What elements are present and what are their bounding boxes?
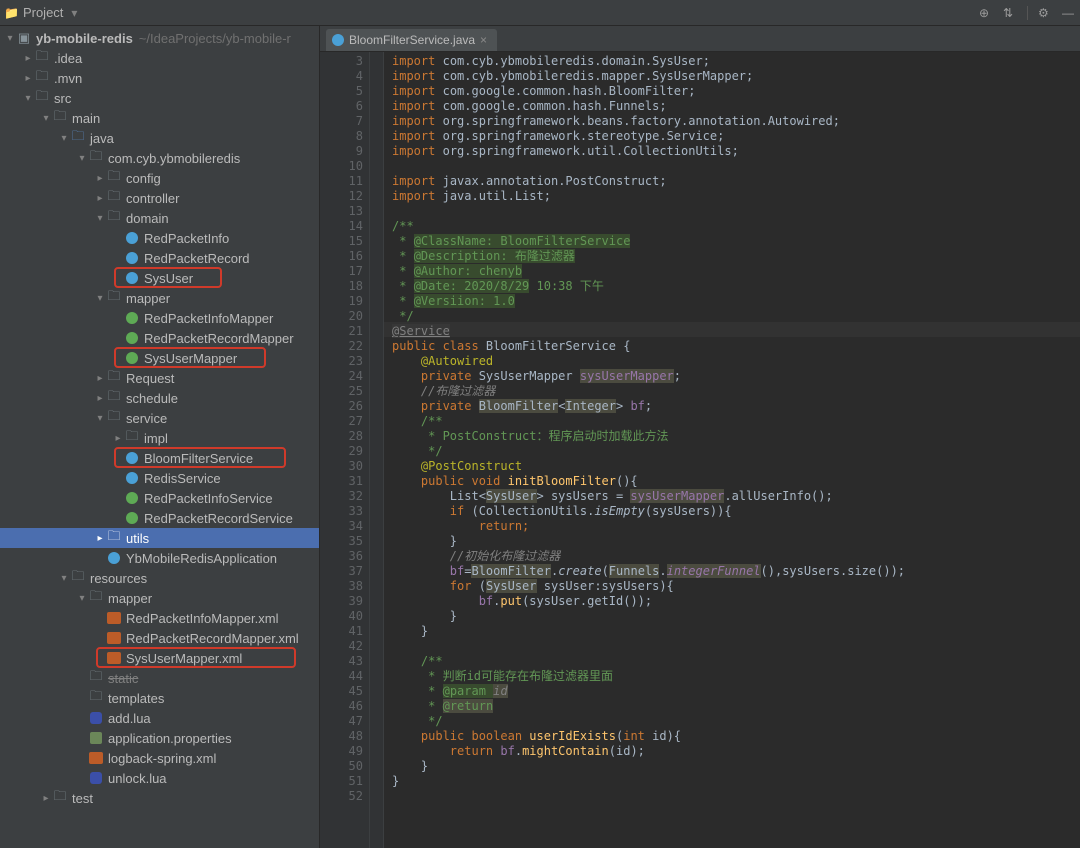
- xml-file-icon: [106, 650, 122, 666]
- tree-item-redpacketrecord[interactable]: RedPacketRecord: [0, 248, 319, 268]
- interface-icon: [124, 310, 140, 326]
- tool-window-header: 📁 Project ▾ ⊕ ⇅ ⚙ —: [0, 0, 1080, 26]
- folder-icon: 🗀: [34, 50, 50, 66]
- tree-item-static[interactable]: 🗀static: [0, 668, 319, 688]
- interface-icon: [124, 330, 140, 346]
- class-icon: [124, 250, 140, 266]
- editor-tab-active[interactable]: BloomFilterService.java ×: [326, 29, 497, 51]
- interface-icon: [124, 350, 140, 366]
- interface-icon: [124, 510, 140, 526]
- folder-icon: 🗀: [34, 70, 50, 86]
- tree-item-resources[interactable]: ▾🗀resources: [0, 568, 319, 588]
- tree-item-redpacketrecordmapper[interactable]: RedPacketRecordMapper: [0, 328, 319, 348]
- package-icon: 🗀: [106, 190, 122, 206]
- tree-item-redpacketinfoservice[interactable]: RedPacketInfoService: [0, 488, 319, 508]
- package-icon: 🗀: [106, 390, 122, 406]
- interface-icon: [124, 490, 140, 506]
- tree-item-domain[interactable]: ▾🗀domain: [0, 208, 319, 228]
- class-icon: [124, 230, 140, 246]
- package-icon: 🗀: [106, 530, 122, 546]
- tree-root[interactable]: ▾▣ yb-mobile-redis ~/IdeaProjects/yb-mob…: [0, 28, 319, 48]
- resources-folder-icon: 🗀: [70, 570, 86, 586]
- tree-item-mapper[interactable]: ▾🗀mapper: [0, 288, 319, 308]
- tree-item-mvn[interactable]: ▸🗀.mvn: [0, 68, 319, 88]
- package-icon: 🗀: [88, 150, 104, 166]
- tree-item-redpacketinfomapperxml[interactable]: RedPacketInfoMapper.xml: [0, 608, 319, 628]
- xml-file-icon: [106, 630, 122, 646]
- tree-item-sysusermapperxml[interactable]: SysUserMapper.xml: [0, 648, 319, 668]
- project-tree[interactable]: ▾▣ yb-mobile-redis ~/IdeaProjects/yb-mob…: [0, 26, 320, 848]
- tree-item-addlua[interactable]: add.lua: [0, 708, 319, 728]
- package-icon: 🗀: [106, 210, 122, 226]
- tree-item-mapper2[interactable]: ▾🗀mapper: [0, 588, 319, 608]
- tree-item-redpacketrecordmapperxml[interactable]: RedPacketRecordMapper.xml: [0, 628, 319, 648]
- tree-item-redpacketinfo[interactable]: RedPacketInfo: [0, 228, 319, 248]
- package-icon: 🗀: [106, 170, 122, 186]
- tree-item-src[interactable]: ▾🗀src: [0, 88, 319, 108]
- tree-item-templates[interactable]: 🗀templates: [0, 688, 319, 708]
- class-icon: [332, 34, 344, 46]
- tree-item-idea[interactable]: ▸🗀.idea: [0, 48, 319, 68]
- folder-icon: 🗀: [88, 590, 104, 606]
- folder-icon: 🗀: [34, 90, 50, 106]
- dropdown-arrow-icon[interactable]: ▾: [71, 6, 77, 20]
- tree-item-appprops[interactable]: application.properties: [0, 728, 319, 748]
- lua-file-icon: [88, 770, 104, 786]
- tree-item-config[interactable]: ▸🗀config: [0, 168, 319, 188]
- lua-file-icon: [88, 710, 104, 726]
- tree-item-unlocklua[interactable]: unlock.lua: [0, 768, 319, 788]
- folder-icon: 🗀: [52, 110, 68, 126]
- gear-icon[interactable]: ⚙: [1038, 6, 1052, 20]
- locate-icon[interactable]: ⊕: [979, 6, 993, 20]
- gutter-line-numbers: 3456789101112131415161718192021222324252…: [320, 52, 370, 848]
- code-editor[interactable]: import com.cyb.ybmobileredis.domain.SysU…: [384, 52, 1080, 848]
- tree-item-redpacketrecordservice[interactable]: RedPacketRecordService: [0, 508, 319, 528]
- tree-item-logback[interactable]: logback-spring.xml: [0, 748, 319, 768]
- package-icon: 🗀: [106, 370, 122, 386]
- tool-window-title: Project: [23, 5, 63, 20]
- tree-item-request[interactable]: ▸🗀Request: [0, 368, 319, 388]
- tree-item-schedule[interactable]: ▸🗀schedule: [0, 388, 319, 408]
- tree-item-service[interactable]: ▾🗀service: [0, 408, 319, 428]
- class-icon: [124, 270, 140, 286]
- tree-item-test[interactable]: ▸🗀test: [0, 788, 319, 808]
- hide-icon[interactable]: —: [1062, 6, 1076, 20]
- properties-file-icon: [88, 730, 104, 746]
- tree-item-ybmobileredisapp[interactable]: YbMobileRedisApplication: [0, 548, 319, 568]
- folder-icon: 🗀: [52, 790, 68, 806]
- folder-icon: 🗀: [88, 670, 104, 686]
- class-icon: [124, 470, 140, 486]
- tree-item-main[interactable]: ▾🗀main: [0, 108, 319, 128]
- gutter-fold-column[interactable]: [370, 52, 384, 848]
- tree-item-sysusermapper[interactable]: SysUserMapper: [0, 348, 319, 368]
- tree-item-redisservice[interactable]: RedisService: [0, 468, 319, 488]
- separator: [1027, 6, 1028, 20]
- tree-item-redpacketinfomapper[interactable]: RedPacketInfoMapper: [0, 308, 319, 328]
- tab-label: BloomFilterService.java: [349, 33, 475, 47]
- editor-tabs: BloomFilterService.java ×: [320, 26, 1080, 52]
- module-icon: ▣: [16, 30, 32, 46]
- close-icon[interactable]: ×: [480, 33, 487, 47]
- project-icon: 📁: [4, 6, 19, 20]
- package-icon: 🗀: [106, 290, 122, 306]
- tree-item-impl[interactable]: ▸🗀impl: [0, 428, 319, 448]
- tree-item-bloomfilterservice[interactable]: BloomFilterService: [0, 448, 319, 468]
- source-folder-icon: 🗀: [70, 130, 86, 146]
- class-icon: [106, 550, 122, 566]
- xml-file-icon: [106, 610, 122, 626]
- tree-item-utils[interactable]: ▸🗀utils: [0, 528, 319, 548]
- editor-panel: BloomFilterService.java × 34567891011121…: [320, 26, 1080, 848]
- tree-item-controller[interactable]: ▸🗀controller: [0, 188, 319, 208]
- tree-item-sysuser[interactable]: SysUser: [0, 268, 319, 288]
- package-icon: 🗀: [106, 410, 122, 426]
- tree-item-java[interactable]: ▾🗀java: [0, 128, 319, 148]
- xml-file-icon: [88, 750, 104, 766]
- class-icon: [124, 450, 140, 466]
- folder-icon: 🗀: [88, 690, 104, 706]
- tree-item-package[interactable]: ▾🗀com.cyb.ybmobileredis: [0, 148, 319, 168]
- expand-collapse-icon[interactable]: ⇅: [1003, 6, 1017, 20]
- package-icon: 🗀: [124, 430, 140, 446]
